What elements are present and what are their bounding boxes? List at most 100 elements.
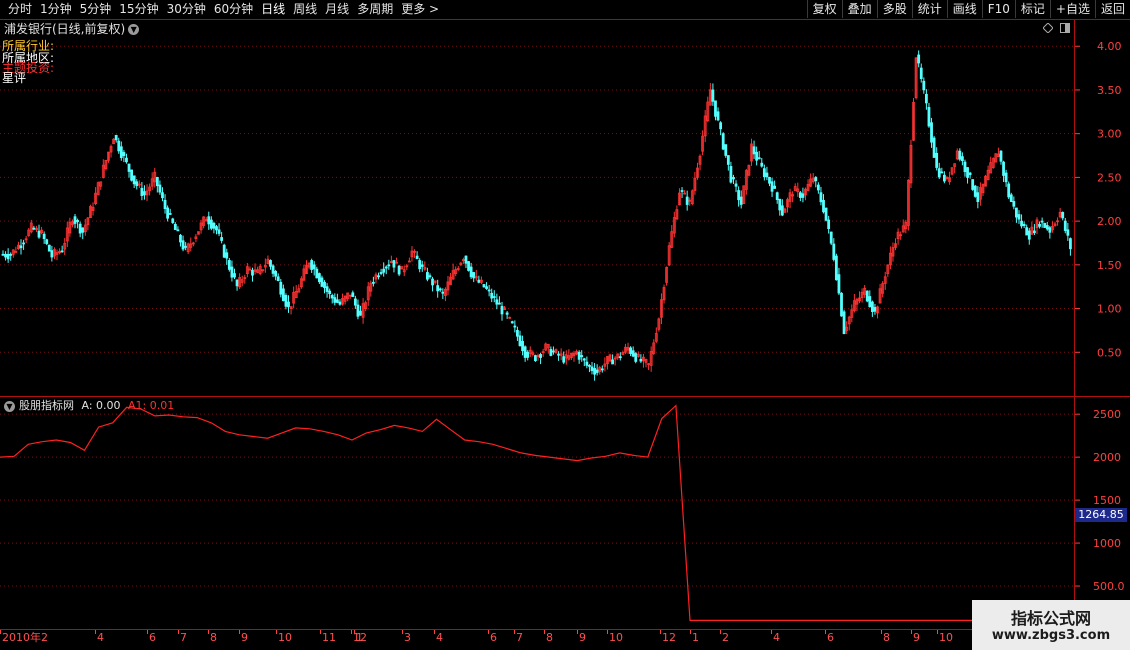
candle-body — [276, 276, 280, 282]
candle-body — [464, 255, 468, 264]
period-tabs: 分时 1分钟 5分钟 15分钟 30分钟 60分钟 日线 周线 月线 多周期 更多 > — [4, 1, 443, 18]
action-buttons: 复权 叠加 多股 统计 画线 F10 标记 +自选 返回 — [806, 0, 1130, 18]
candle-body — [1043, 222, 1047, 228]
candlestick-pane[interactable] — [0, 20, 1074, 396]
period-tab-4[interactable]: 30分钟 — [163, 1, 210, 18]
action-button-7[interactable]: +自选 — [1049, 0, 1095, 18]
date-tick — [660, 630, 661, 634]
date-tick — [239, 630, 240, 634]
action-button-3[interactable]: 统计 — [911, 0, 947, 18]
candle-body — [119, 146, 123, 159]
candle-body — [487, 289, 491, 292]
candle-body — [1033, 230, 1036, 234]
date-tick — [147, 630, 148, 634]
candle-body — [739, 196, 743, 205]
action-button-2[interactable]: 多股 — [876, 0, 912, 18]
action-button-5[interactable]: F10 — [981, 0, 1015, 18]
candle-body — [122, 152, 126, 157]
action-button-8[interactable]: 返回 — [1094, 0, 1130, 18]
candle-body — [832, 243, 836, 260]
candle-body — [1063, 220, 1067, 231]
candle-body — [557, 353, 560, 356]
period-tab-9[interactable]: 多周期 — [353, 1, 397, 18]
candle-body — [760, 162, 764, 167]
candle-body — [873, 307, 877, 312]
candle-body — [4, 253, 7, 258]
date-tick — [720, 630, 721, 634]
candle-body — [371, 281, 375, 284]
candle-body — [181, 240, 185, 250]
date-tick — [488, 630, 489, 634]
candle-body — [418, 260, 422, 270]
action-button-0[interactable]: 复权 — [806, 0, 842, 18]
watermark-title: 指标公式网 — [1010, 609, 1091, 628]
candle-body — [215, 226, 218, 231]
period-tab-2[interactable]: 5分钟 — [76, 1, 116, 18]
candle-body — [552, 350, 555, 353]
candlestick-chart[interactable] — [0, 20, 1074, 396]
candle-body — [942, 174, 946, 182]
candle-body — [130, 169, 134, 181]
period-tab-7[interactable]: 周线 — [289, 1, 321, 18]
action-button-6[interactable]: 标记 — [1014, 0, 1050, 18]
candle-body — [966, 167, 969, 178]
period-tab-5[interactable]: 60分钟 — [210, 1, 257, 18]
candle-body — [526, 351, 530, 358]
indicator-name: 股朋指标网 — [19, 399, 74, 412]
indicator-chart[interactable] — [0, 397, 1074, 629]
period-tab-0[interactable]: 分时 — [4, 1, 36, 18]
candle-body — [220, 237, 224, 241]
candle-body — [438, 288, 442, 291]
date-tick-label: 9 — [241, 631, 248, 644]
candle-body — [523, 346, 527, 358]
chevron-down-icon[interactable]: ▼ — [4, 400, 15, 412]
candle-body — [827, 219, 831, 230]
period-tab-10[interactable]: 更多 > — [397, 1, 443, 18]
candle-body — [629, 347, 632, 354]
candle-body — [9, 253, 13, 256]
candle-body — [163, 199, 167, 209]
candle-body — [971, 179, 975, 190]
candle-body — [78, 223, 82, 234]
candle-body — [819, 192, 823, 203]
candle-body — [492, 296, 496, 298]
candle-body — [335, 299, 339, 303]
candle-body — [209, 219, 213, 229]
stock-title[interactable]: 浦发银行(日线,前复权) ▼ — [4, 22, 140, 36]
date-tick-label: 2010年2 — [2, 631, 48, 644]
candle-body — [415, 255, 419, 260]
candle-body — [19, 245, 23, 249]
candle-body — [436, 285, 440, 292]
date-tick — [0, 630, 1, 634]
candle-body — [924, 93, 928, 104]
period-tab-1[interactable]: 1分钟 — [36, 1, 76, 18]
candle-body — [1061, 211, 1065, 219]
action-button-4[interactable]: 画线 — [946, 0, 982, 18]
candle-body — [1048, 227, 1052, 233]
indicator-pane[interactable] — [0, 397, 1074, 629]
candle-body — [495, 299, 499, 305]
panel-toggle-icon[interactable] — [1060, 23, 1070, 33]
stock-title-text: 浦发银行(日线,前复权) — [4, 22, 126, 36]
indicator-title[interactable]: ▼ 股朋指标网 A: 0.00 A1: 0.01 — [4, 399, 174, 412]
period-tab-8[interactable]: 月线 — [321, 1, 353, 18]
price-tick-label: 3.50 — [1097, 84, 1122, 97]
action-button-1[interactable]: 叠加 — [841, 0, 877, 18]
candle-body — [310, 260, 314, 270]
diamond-icon[interactable] — [1043, 23, 1053, 33]
date-tick-label: 9 — [579, 631, 586, 644]
chevron-down-icon[interactable]: ▼ — [128, 24, 140, 35]
candle-body — [773, 185, 777, 189]
candle-body — [1009, 194, 1013, 202]
candle-body — [505, 312, 509, 315]
period-tab-6[interactable]: 日线 — [257, 1, 289, 18]
candle-body — [634, 353, 638, 362]
candle-body — [60, 250, 64, 253]
candle-body — [1027, 230, 1031, 240]
candle-body — [207, 216, 211, 225]
date-tick — [95, 630, 96, 634]
candle-body — [518, 335, 522, 346]
candle-body — [963, 161, 967, 173]
period-tab-3[interactable]: 15分钟 — [115, 1, 162, 18]
candle-body — [600, 368, 604, 371]
